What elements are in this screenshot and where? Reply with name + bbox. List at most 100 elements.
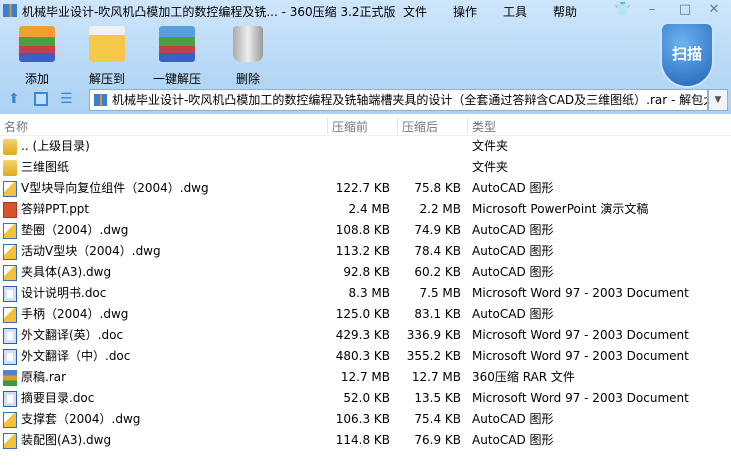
size-before: 122.7 KB (335, 181, 390, 195)
file-type: 文件夹 (472, 139, 509, 153)
size-after: 75.8 KB (414, 181, 461, 195)
column-type[interactable]: 类型 (467, 118, 667, 134)
menu-operate[interactable]: 操作 (453, 3, 477, 20)
file-row[interactable]: 外文翻译（中）.doc 480.3 KB 355.2 KB Microsoft … (0, 346, 731, 367)
file-row[interactable]: 答辩PPT.ppt 2.4 MB 2.2 MB Microsoft PowerP… (0, 199, 731, 220)
dwg-file-icon (3, 265, 17, 281)
archive-icon (94, 94, 107, 106)
file-list: .. (上级目录) 文件夹 三维图纸 文件夹 V型块导向复位组件（2004）.d… (0, 136, 731, 451)
size-after: 7.5 MB (419, 286, 461, 300)
file-type: Microsoft Word 97 - 2003 Document (472, 349, 689, 363)
doc-file-icon (3, 349, 17, 365)
size-after: 76.9 KB (414, 433, 461, 447)
minimize-button[interactable]: – (641, 0, 663, 20)
size-after: 83.1 KB (414, 307, 461, 321)
size-after: 13.5 KB (414, 391, 461, 405)
list-view-icon[interactable]: ☰ (60, 91, 73, 107)
file-type: AutoCAD 图形 (472, 223, 554, 237)
app-icon (3, 4, 17, 17)
menu-help[interactable]: 帮助 (553, 3, 577, 20)
delete-trash-icon (233, 26, 263, 62)
doc-file-icon (3, 391, 17, 407)
file-row[interactable]: 手柄（2004）.dwg 125.0 KB 83.1 KB AutoCAD 图形 (0, 304, 731, 325)
scan-button[interactable]: 扫描 (660, 22, 714, 88)
up-arrow-icon[interactable]: ⬆ (8, 91, 20, 107)
large-icon-view-icon[interactable] (34, 92, 48, 106)
file-name: 活动V型块（2004）.dwg (21, 244, 161, 258)
size-before: 113.2 KB (335, 244, 390, 258)
skin-shirt-icon[interactable]: 👕 (612, 0, 634, 20)
file-row[interactable]: 装配图(A3).dwg 114.8 KB 76.9 KB AutoCAD 图形 (0, 430, 731, 451)
delete-button[interactable]: 删除 (218, 26, 278, 87)
file-name: 摘要目录.doc (21, 391, 95, 405)
file-type: AutoCAD 图形 (472, 265, 554, 279)
address-bar[interactable]: 机械毕业设计-吹风机凸模加工的数控编程及铣轴端槽夹具的设计（全套通过答辩含CAD… (89, 89, 708, 111)
doc-file-icon (3, 286, 17, 302)
column-after[interactable]: 压缩后 (397, 118, 467, 134)
column-name[interactable]: 名称 (4, 118, 28, 134)
file-row[interactable]: 原稿.rar 12.7 MB 12.7 MB 360压缩 RAR 文件 (0, 367, 731, 388)
size-after: 75.4 KB (414, 412, 461, 426)
file-row[interactable]: 外文翻译(英）.doc 429.3 KB 336.9 KB Microsoft … (0, 325, 731, 346)
one-click-extract-label: 一键解压 (152, 72, 201, 86)
file-type: AutoCAD 图形 (472, 433, 554, 447)
file-row[interactable]: 摘要目录.doc 52.0 KB 13.5 KB Microsoft Word … (0, 388, 731, 409)
address-dropdown-button[interactable]: ▼ (708, 89, 728, 111)
file-row[interactable]: 垫圈（2004）.dwg 108.8 KB 74.9 KB AutoCAD 图形 (0, 220, 731, 241)
add-button[interactable]: 添加 (7, 26, 67, 87)
file-type: 360压缩 RAR 文件 (472, 370, 575, 384)
close-button[interactable]: ✕ (703, 0, 725, 20)
file-name: 夹具体(A3).dwg (21, 265, 112, 279)
file-name: 答辩PPT.ppt (21, 202, 90, 216)
ppt-file-icon (3, 202, 17, 218)
file-row[interactable]: 夹具体(A3).dwg 92.8 KB 60.2 KB AutoCAD 图形 (0, 262, 731, 283)
size-after: 74.9 KB (414, 223, 461, 237)
file-name: V型块导向复位组件（2004）.dwg (21, 181, 209, 195)
extract-to-button[interactable]: 解压到 (77, 26, 137, 87)
size-before: 114.8 KB (335, 433, 390, 447)
one-click-extract-icon (159, 26, 195, 62)
folder-file-icon (3, 139, 17, 155)
size-before: 8.3 MB (348, 286, 390, 300)
file-row[interactable]: 支撑套（2004）.dwg 106.3 KB 75.4 KB AutoCAD 图… (0, 409, 731, 430)
file-type: AutoCAD 图形 (472, 412, 554, 426)
size-after: 355.2 KB (406, 349, 461, 363)
window-title: 机械毕业设计-吹风机凸模加工的数控编程及铣... - 360压缩 3.2正式版 (22, 5, 396, 19)
file-row[interactable]: 活动V型块（2004）.dwg 113.2 KB 78.4 KB AutoCAD… (0, 241, 731, 262)
size-after: 336.9 KB (406, 328, 461, 342)
dwg-file-icon (3, 433, 17, 449)
column-before[interactable]: 压缩前 (327, 118, 397, 134)
menu-file[interactable]: 文件 (403, 3, 427, 20)
file-name: 手柄（2004）.dwg (21, 307, 129, 321)
size-after: 60.2 KB (414, 265, 461, 279)
rar-file-icon (3, 370, 17, 386)
file-name: 三维图纸 (21, 160, 70, 174)
file-name: 设计说明书.doc (21, 286, 107, 300)
dwg-file-icon (3, 412, 17, 428)
top-panel: 机械毕业设计-吹风机凸模加工的数控编程及铣... - 360压缩 3.2正式版 … (0, 0, 731, 114)
extract-to-icon (89, 26, 125, 62)
file-row[interactable]: 三维图纸 文件夹 (0, 157, 731, 178)
file-row[interactable]: V型块导向复位组件（2004）.dwg 122.7 KB 75.8 KB Aut… (0, 178, 731, 199)
file-type: Microsoft Word 97 - 2003 Document (472, 328, 689, 342)
size-after: 12.7 MB (411, 370, 461, 384)
dwg-file-icon (3, 223, 17, 239)
file-row[interactable]: .. (上级目录) 文件夹 (0, 136, 731, 157)
file-row[interactable]: 设计说明书.doc 8.3 MB 7.5 MB Microsoft Word 9… (0, 283, 731, 304)
file-name: 外文翻译（中）.doc (21, 349, 131, 363)
size-after: 2.2 MB (419, 202, 461, 216)
folder-file-icon (3, 160, 17, 176)
file-type: 文件夹 (472, 160, 509, 174)
size-before: 108.8 KB (335, 223, 390, 237)
menu-tools[interactable]: 工具 (503, 3, 527, 20)
file-name: 原稿.rar (21, 370, 67, 384)
extract-to-label: 解压到 (88, 72, 125, 86)
size-before: 125.0 KB (335, 307, 390, 321)
one-click-extract-button[interactable]: 一键解压 (147, 26, 207, 87)
file-type: AutoCAD 图形 (472, 181, 554, 195)
maximize-button[interactable]: □ (674, 0, 696, 20)
size-before: 106.3 KB (335, 412, 390, 426)
size-before: 2.4 MB (348, 202, 390, 216)
file-name: .. (上级目录) (21, 139, 90, 153)
file-name: 垫圈（2004）.dwg (21, 223, 129, 237)
